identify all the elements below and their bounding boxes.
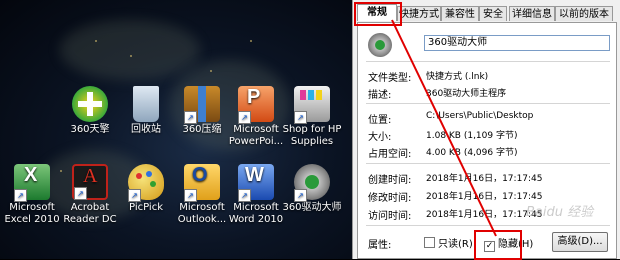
divider (366, 61, 610, 62)
created-value: 2018年1月16日，17:17:45 (426, 174, 543, 184)
picpick-icon: ↗ (128, 164, 164, 202)
tab-shortcut[interactable]: 快捷方式 (397, 6, 441, 21)
size-value: 1.08 KB (1,109 字节) (426, 131, 518, 141)
divider (366, 225, 610, 226)
tab-compatibility[interactable]: 兼容性 (441, 6, 479, 21)
icon-label-line2: Reader DC (63, 214, 117, 225)
word-icon: W ↗ (238, 164, 274, 202)
excel-icon: X ↗ (14, 164, 50, 202)
icon-label: 360驱动大师 (282, 202, 342, 213)
readonly-label: 只读(R) (438, 239, 473, 250)
size-label: 大小: (368, 132, 392, 143)
location-label: 位置: (368, 115, 392, 126)
disk-size-value: 4.00 KB (4,096 字节) (426, 148, 518, 158)
hp-shop-icon: ↗ (294, 86, 330, 124)
accessed-label: 访问时间: (368, 211, 412, 222)
desktop-icon-360-driver[interactable]: ↗ 360驱动大师 (276, 164, 348, 214)
tab-security[interactable]: 安全 (479, 6, 507, 21)
recycle-bin-icon (133, 86, 159, 122)
file-type-value: 快捷方式 (.lnk) (426, 72, 489, 82)
properties-dialog: 常规 快捷方式 兼容性 安全 详细信息 以前的版本 360驱动大师 文件类型: … (352, 0, 620, 259)
map-landmass (60, 20, 200, 80)
icon-label: Shop for HP (282, 124, 342, 135)
created-label: 创建时间: (368, 175, 412, 186)
divider (366, 103, 610, 104)
readonly-checkbox[interactable]: 只读(R) (424, 235, 473, 250)
desktop-icon-hp-shop[interactable]: ↗ Shop for HP Supplies (276, 86, 348, 148)
description-label: 描述: (368, 90, 392, 101)
icon-label-line2: Word 2010 (228, 214, 284, 225)
readonly-check-box[interactable] (424, 237, 435, 248)
general-panel: 360驱动大师 文件类型: 快捷方式 (.lnk) 描述: 360驱动大师主程序… (357, 22, 617, 259)
desktop-background: 360天擎 回收站 ↗ 360压缩 P ↗ Microsoft PowerPoi… (0, 0, 352, 259)
description-value: 360驱动大师主程序 (426, 89, 507, 99)
360-driver-icon: ↗ (294, 164, 330, 202)
advanced-button[interactable]: 高级(D)... (552, 232, 608, 252)
watermark: Baidu 经验 (526, 205, 594, 220)
city-light (130, 55, 132, 57)
acrobat-icon: A ↗ (72, 164, 108, 200)
powerpoint-icon: P ↗ (238, 86, 274, 124)
city-light (250, 40, 252, 42)
360-zip-icon: ↗ (184, 86, 220, 124)
location-value: C:\Users\Public\Desktop (426, 111, 534, 121)
360-driver-icon (368, 33, 392, 57)
modified-label: 修改时间: (368, 193, 412, 204)
360-defender-icon (72, 86, 108, 122)
highlight-general-tab (354, 2, 402, 26)
file-type-label: 文件类型: (368, 73, 412, 84)
tab-details[interactable]: 详细信息 (509, 6, 555, 21)
city-light (95, 40, 97, 42)
disk-size-label: 占用空间: (368, 149, 412, 160)
icon-label-line2: Supplies (290, 136, 334, 147)
city-light (210, 70, 212, 72)
attributes-label: 属性: (368, 240, 392, 251)
highlight-hidden-checkbox (474, 230, 522, 260)
divider (366, 163, 610, 164)
file-name-field[interactable]: 360驱动大师 (424, 35, 610, 51)
outlook-icon: O ↗ (184, 164, 220, 202)
tab-previous-versions[interactable]: 以前的版本 (555, 6, 613, 21)
